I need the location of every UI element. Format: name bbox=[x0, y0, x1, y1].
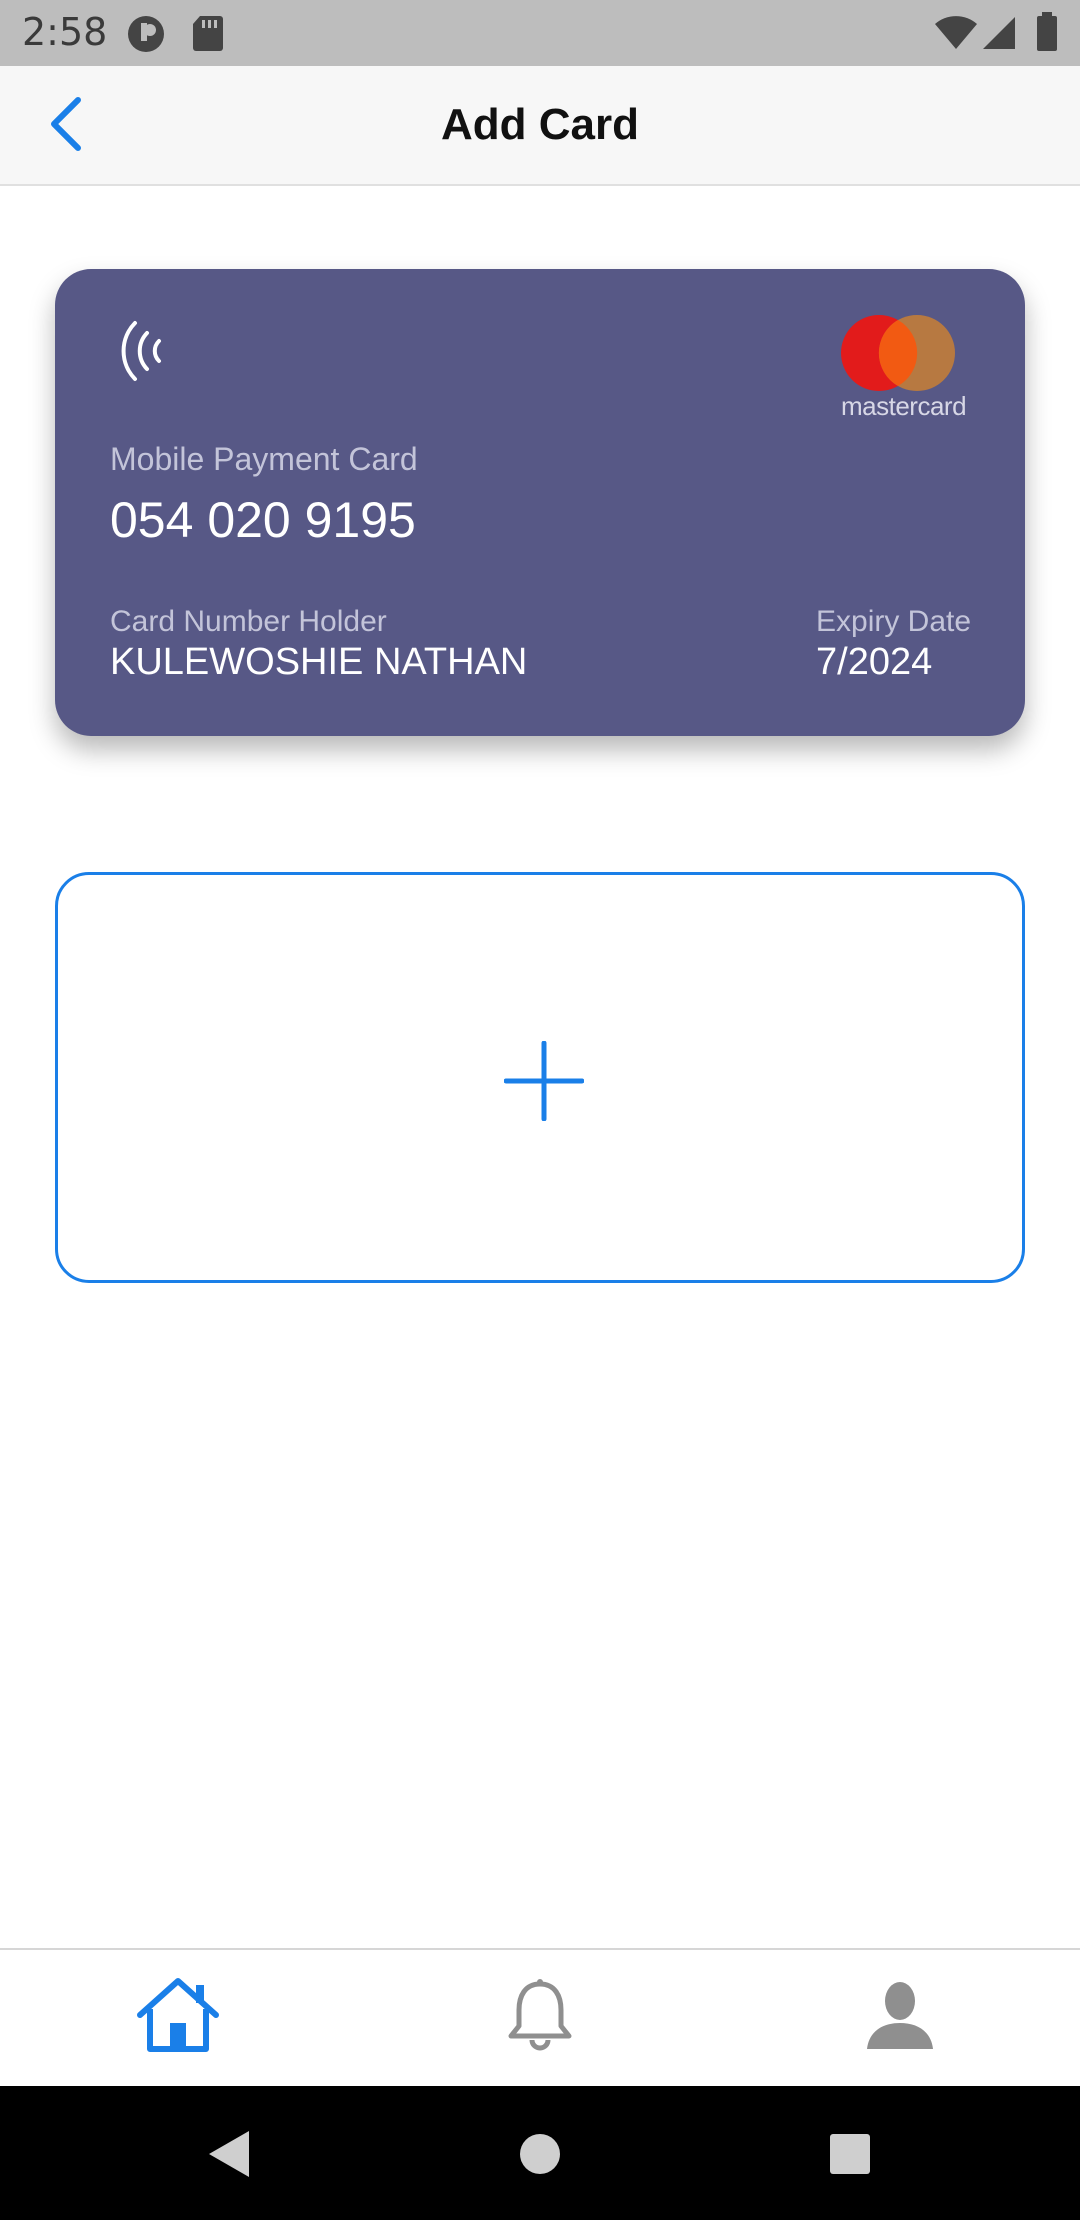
back-triangle-icon bbox=[205, 2129, 251, 2184]
nav-home[interactable] bbox=[128, 1972, 228, 2062]
battery-icon bbox=[1036, 12, 1058, 57]
status-bar: 2:58 bbox=[0, 0, 1080, 66]
nav-notifications[interactable] bbox=[490, 1972, 590, 2062]
payment-card[interactable]: mastercard Mobile Payment Card 054 020 9… bbox=[55, 269, 1025, 736]
recents-square-icon bbox=[828, 2132, 872, 2181]
page-title: Add Card bbox=[441, 100, 639, 149]
screen: 2:58 Add Card mastercard Mobile Payment … bbox=[0, 0, 1080, 2220]
card-number: 054 020 9195 bbox=[110, 492, 416, 548]
card-holder-name: KULEWOSHIE NATHAN bbox=[110, 641, 528, 683]
expiry-date-value: 7/2024 bbox=[816, 641, 933, 683]
cell-signal-icon bbox=[982, 16, 1016, 55]
sd-card-icon bbox=[192, 14, 224, 57]
system-recents-button[interactable] bbox=[820, 2126, 880, 2186]
card-holder-label: Card Number Holder bbox=[110, 605, 387, 638]
add-card-button[interactable] bbox=[55, 872, 1025, 1283]
home-icon bbox=[136, 1977, 220, 2058]
system-home-button[interactable] bbox=[510, 2126, 570, 2186]
contactless-icon bbox=[121, 319, 171, 388]
mastercard-logo-icon bbox=[839, 315, 957, 391]
card-brand-text: mastercard bbox=[841, 391, 967, 421]
app-header: Add Card bbox=[0, 66, 1080, 186]
expiry-date-label: Expiry Date bbox=[816, 605, 972, 638]
bell-icon bbox=[505, 1978, 575, 2057]
app-notification-icon bbox=[126, 14, 166, 59]
bottom-nav bbox=[0, 1948, 1080, 2086]
card-type-label: Mobile Payment Card bbox=[110, 441, 418, 477]
plus-icon bbox=[503, 1040, 585, 1126]
status-time: 2:58 bbox=[22, 10, 108, 54]
home-circle-icon bbox=[518, 2132, 562, 2181]
system-nav-bar bbox=[0, 2086, 1080, 2220]
nav-profile[interactable] bbox=[850, 1972, 950, 2062]
system-back-button[interactable] bbox=[198, 2126, 258, 2186]
user-icon bbox=[865, 1979, 935, 2056]
wifi-icon bbox=[934, 16, 978, 55]
